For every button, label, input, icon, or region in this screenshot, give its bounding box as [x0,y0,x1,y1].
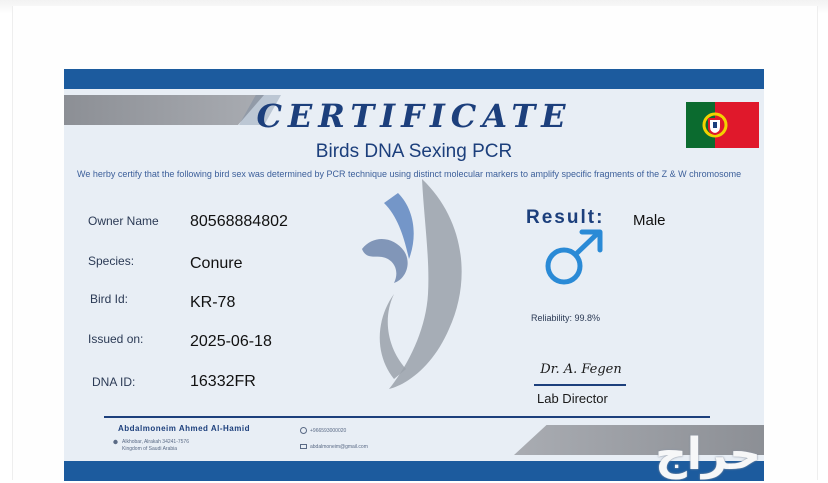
footer-email: abdalmoneim@gmail.com [310,444,368,450]
certificate-title: CERTIFICATE [256,97,572,135]
bird-watermark-icon [362,179,462,389]
coat-of-arms-icon [702,112,728,138]
certificate-subtitle: Birds DNA Sexing PCR [315,141,513,162]
dna-id-value: 16332FR [190,373,256,390]
species-label: Species: [88,254,135,268]
top-band [64,69,764,89]
issued-on-value: 2025-06-18 [190,333,272,350]
director-signature: Dr. A. Fegen [540,362,622,377]
certificate-card: CERTIFICATE Birds DNA Sexing PCR We herb… [64,69,764,481]
signature-line [534,384,626,386]
email-icon [300,444,307,449]
footer-divider [104,416,710,418]
portugal-flag-icon [686,102,759,148]
reliability-text: Reliability: 99.8% [531,313,601,323]
owner-name-value: 80568884802 [190,213,288,230]
bird-id-value: KR-78 [190,294,236,311]
owner-name-label: Owner Name [88,214,159,228]
location-icon [113,439,118,445]
male-symbol-icon [545,229,603,285]
result-value: Male [633,212,666,229]
lab-director-title: Lab Director [537,391,608,406]
footer-phone: +966593000020 [310,428,347,434]
dna-id-label: DNA ID: [92,375,136,389]
issued-on-label: Issued on: [88,332,144,346]
footer-address-line1: Alkhobar, Alrakah 34241-7576 [122,439,189,445]
footer-address-line2: Kingdom of Saudi Arabia [122,446,178,452]
phone-icon [300,427,307,434]
species-value: Conure [190,255,243,272]
footer-name: Abdalmoneim Ahmed Al-Hamid [118,424,250,433]
result-label: Result: [526,207,605,228]
bird-id-label: Bird Id: [90,292,129,306]
haraj-watermark-logo: حراج [655,429,761,480]
